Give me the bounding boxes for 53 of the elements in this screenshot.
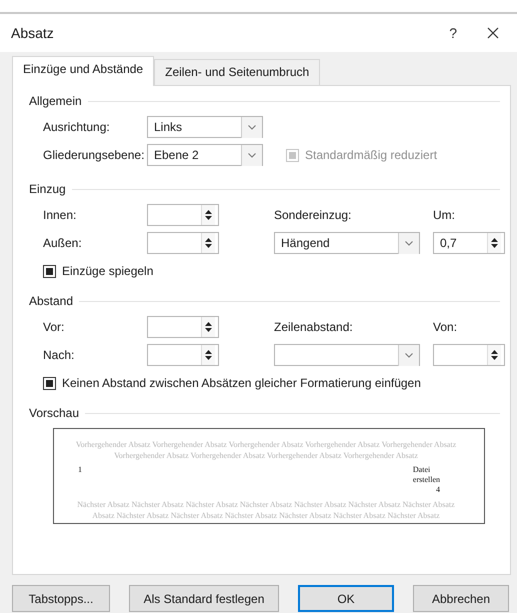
dialog-button[interactable]: Tabstopps... bbox=[12, 585, 110, 612]
chevron-icon bbox=[241, 116, 262, 138]
spin-field[interactable]: 0,7 bbox=[433, 232, 505, 254]
preview-text: erstellen bbox=[412, 475, 440, 485]
dialog-button[interactable]: Abbrechen bbox=[413, 585, 509, 612]
spin-arrows-icon[interactable] bbox=[201, 345, 215, 365]
field-label: Zeilenabstand: bbox=[274, 320, 354, 334]
field-label: Gliederungsebene: bbox=[43, 148, 146, 162]
help-button[interactable]: ? bbox=[449, 25, 457, 41]
dialog-button[interactable]: Als Standard festlegen bbox=[129, 585, 279, 612]
dropdown[interactable]: Ebene 2 bbox=[147, 144, 263, 166]
section-heading: Allgemein bbox=[29, 94, 82, 108]
section-heading: Vorschau bbox=[29, 406, 80, 420]
field-label: Vor: bbox=[43, 320, 66, 334]
spin-arrows-icon[interactable] bbox=[487, 345, 501, 365]
spin-arrows-icon[interactable] bbox=[201, 233, 215, 253]
checkbox-label: Keinen Abstand zwischen Absätzen gleicher Formatierung einfügen bbox=[62, 376, 421, 390]
close-icon[interactable] bbox=[487, 27, 499, 39]
chevron-icon bbox=[241, 144, 262, 166]
checkbox-label: Einzüge spiegeln bbox=[62, 264, 154, 278]
field-label: Innen: bbox=[43, 208, 78, 222]
checkbox[interactable] bbox=[43, 376, 56, 390]
section-heading: Abstand bbox=[29, 294, 74, 308]
window-title: Absatz bbox=[11, 25, 55, 41]
spin-field[interactable] bbox=[147, 344, 219, 366]
dialog-button[interactable]: OK bbox=[298, 585, 394, 612]
dropdown[interactable]: Hängend bbox=[274, 232, 420, 254]
spin-field[interactable] bbox=[147, 232, 219, 254]
preview-page-number: 4 bbox=[436, 485, 440, 495]
checkbox[interactable] bbox=[43, 264, 56, 278]
preview-text: Vorhergehender Absatz Vorhergehender Absatz Vorhergehender Absatz Vorhergehender Absatz Vorhergehender Absatz Vorhergehender Absatz Vorhergehender Absatz Vorhergehender Absatz Vorhergehender Absatz bbox=[74, 439, 458, 461]
field-label: Von: bbox=[433, 320, 458, 334]
field-label: Sondereinzug: bbox=[274, 208, 352, 222]
checkbox-label: Standardmäßig reduziert bbox=[305, 148, 438, 162]
preview-text: Datei bbox=[412, 465, 432, 475]
section-heading: Einzug bbox=[29, 182, 66, 196]
spin-field[interactable] bbox=[433, 344, 505, 366]
field-label: Um: bbox=[433, 208, 456, 222]
spin-field[interactable] bbox=[147, 316, 219, 338]
dropdown[interactable]: Links bbox=[147, 116, 263, 138]
chevron-icon bbox=[398, 344, 419, 366]
tab[interactable]: Einzüge und Abstände bbox=[12, 56, 154, 86]
spin-field[interactable] bbox=[147, 204, 219, 226]
preview-number: 1 bbox=[78, 465, 82, 474]
spin-arrows-icon[interactable] bbox=[487, 233, 501, 253]
chevron-icon bbox=[398, 232, 419, 254]
field-label: Nach: bbox=[43, 348, 76, 362]
preview-text: Nächster Absatz Nächster Absatz Nächster Absatz Nächster Absatz Nächster Absatz Nächster Absatz Nächster Absatz Absatz Nächster Absatz Nächster Absatz Nächster Absatz Nächster Absatz Nächster Absatz Nächster Absatz bbox=[76, 499, 456, 521]
tab[interactable]: Zeilen- und Seitenumbruch bbox=[154, 59, 320, 85]
field-label: Außen: bbox=[43, 236, 83, 250]
spin-arrows-icon[interactable] bbox=[201, 205, 215, 225]
field-label: Ausrichtung: bbox=[43, 120, 111, 134]
spin-arrows-icon[interactable] bbox=[201, 317, 215, 337]
